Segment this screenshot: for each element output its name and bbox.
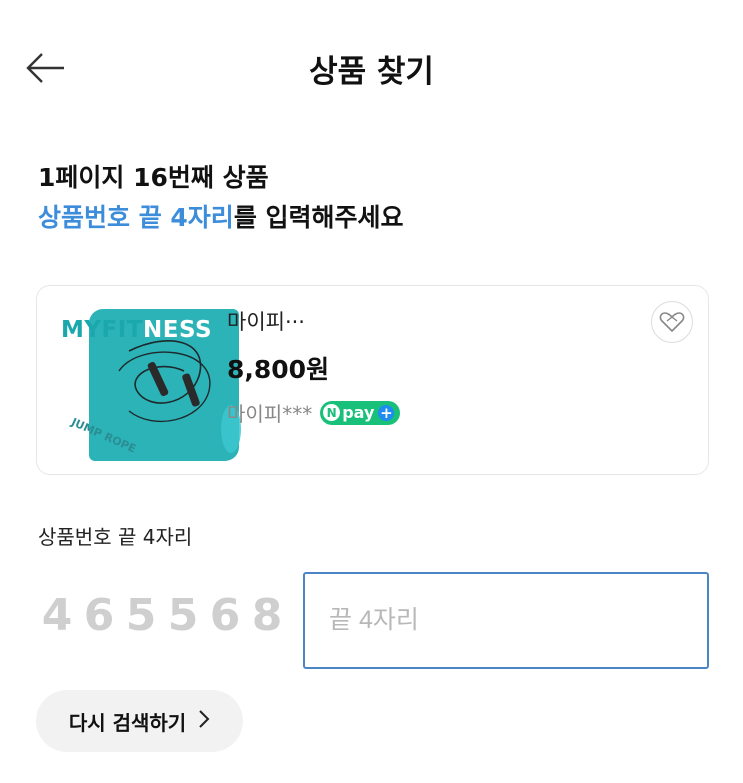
instruction-line-1: 1페이지 16번째 상품	[38, 163, 269, 192]
prefix-digit: 8	[251, 590, 283, 641]
page-title: 상품 찾기	[309, 54, 434, 90]
instruction-accent: 상품번호 끝 4자리	[38, 203, 234, 232]
header: 상품 찾기	[0, 0, 743, 130]
prefix-digit: 5	[167, 590, 199, 641]
heart-icon	[659, 312, 685, 332]
npay-n-icon: N	[323, 404, 341, 421]
prefix-digit: 6	[83, 590, 115, 641]
product-number-prefix: 4 6 5 5 6 8	[36, 590, 288, 641]
prefix-digit: 6	[209, 590, 241, 641]
instruction-rest: 를 입력해주세요	[233, 203, 404, 232]
product-card[interactable]: MYFITNESS JUMP ROPE 마이피··· 8,800원 마이피***…	[36, 285, 709, 475]
plus-icon: +	[378, 403, 395, 422]
product-image: MYFITNESS JUMP ROPE	[59, 301, 249, 461]
chevron-right-icon	[198, 709, 210, 734]
last-four-digits-input[interactable]	[303, 572, 709, 669]
prefix-digit: 4	[41, 590, 73, 641]
code-field-label: 상품번호 끝 4자리	[38, 525, 193, 549]
favorite-button[interactable]	[651, 301, 693, 343]
instruction-line-2: 상품번호 끝 4자리를 입력해주세요	[38, 198, 404, 238]
prefix-digit: 5	[125, 590, 157, 641]
product-name: 마이피···	[227, 310, 305, 334]
npay-badge: N pay +	[320, 400, 401, 425]
seller-row: 마이피*** N pay +	[227, 398, 401, 427]
instruction-text: 1페이지 16번째 상품 상품번호 끝 4자리를 입력해주세요	[38, 158, 404, 238]
npay-label: pay	[342, 403, 375, 422]
search-again-label: 다시 검색하기	[68, 710, 187, 735]
search-again-button[interactable]: 다시 검색하기	[36, 690, 243, 752]
seller-name: 마이피***	[227, 402, 313, 426]
product-price: 8,800원	[227, 355, 330, 384]
product-image-brand: MYFITNESS	[61, 317, 213, 343]
